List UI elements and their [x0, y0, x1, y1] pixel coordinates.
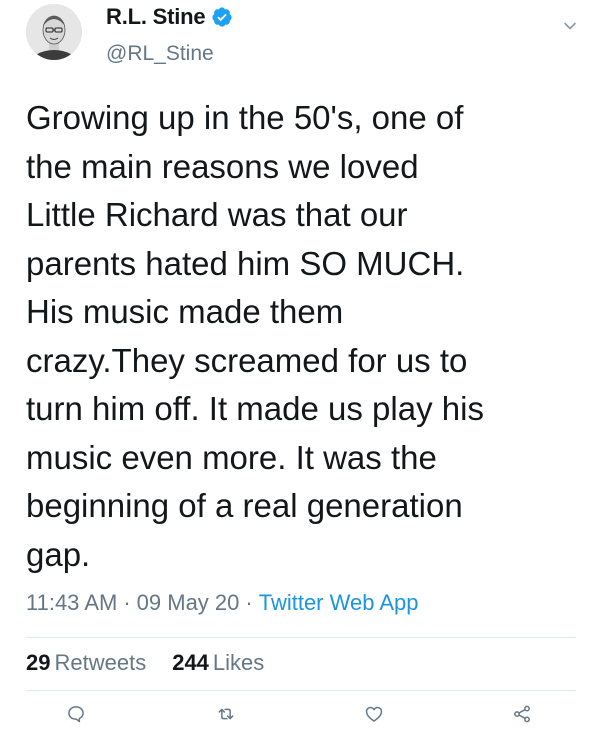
- tweet-metadata: 11:43 AM · 09 May 20 · Twitter Web App: [26, 590, 419, 616]
- tweet-date[interactable]: 09 May 20: [137, 590, 240, 616]
- tweet-source-link[interactable]: Twitter Web App: [259, 590, 419, 616]
- share-icon[interactable]: [512, 704, 532, 724]
- meta-separator: ·: [245, 590, 253, 615]
- likes-stat[interactable]: 244 Likes: [172, 650, 264, 676]
- likes-label: Likes: [212, 650, 265, 675]
- retweets-label: Retweets: [54, 650, 147, 675]
- avatar[interactable]: [26, 4, 82, 60]
- reply-icon[interactable]: [66, 704, 86, 724]
- verified-badge-icon: [211, 6, 233, 28]
- chevron-down-icon[interactable]: [562, 18, 578, 34]
- author-display-name[interactable]: R.L. Stine: [106, 4, 206, 30]
- heart-icon[interactable]: [364, 704, 384, 724]
- engagement-stats: 29 Retweets 244 Likes: [26, 650, 264, 676]
- retweets-stat[interactable]: 29 Retweets: [26, 650, 146, 676]
- author-handle[interactable]: @RL_Stine: [106, 42, 214, 66]
- divider: [26, 637, 576, 638]
- action-bar: [0, 700, 600, 730]
- divider: [26, 690, 576, 691]
- retweet-icon[interactable]: [216, 704, 236, 724]
- likes-count: 244: [172, 650, 209, 675]
- tweet-card: R.L. Stine @RL_Stine Growing up in the 5…: [0, 0, 600, 737]
- avatar-portrait-icon: [26, 4, 82, 60]
- meta-separator: ·: [123, 590, 131, 615]
- tweet-time[interactable]: 11:43 AM: [26, 590, 117, 616]
- retweets-count: 29: [26, 650, 51, 675]
- tweet-text: Growing up in the 50's, one of the main …: [26, 99, 484, 573]
- author-name-row[interactable]: R.L. Stine: [106, 4, 233, 30]
